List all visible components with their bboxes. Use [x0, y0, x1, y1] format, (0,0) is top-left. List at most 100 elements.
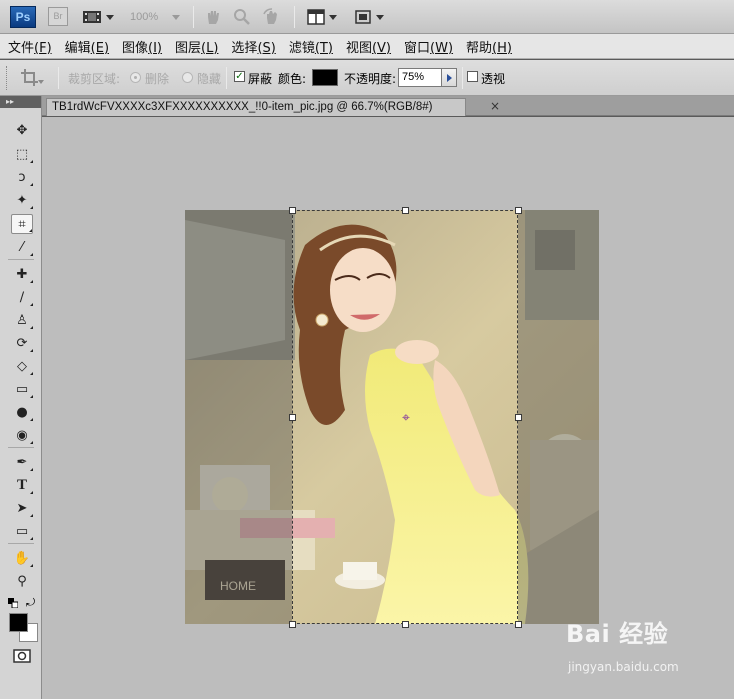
crop-icon: ⌗ — [18, 216, 26, 232]
chevron-down-icon — [172, 15, 180, 20]
history-brush-tool-button[interactable]: ⟳ — [11, 333, 33, 353]
move-tool-button[interactable]: ✥ — [11, 120, 33, 140]
zoom-level-dropdown[interactable]: 100% — [130, 8, 182, 26]
dodge-tool-button[interactable]: ◉ — [11, 425, 33, 445]
crop-area-label: 裁剪区域: — [68, 72, 121, 86]
crop-handle-bottom-left[interactable] — [289, 621, 296, 628]
shape-tool-button[interactable]: ▭ — [11, 521, 33, 541]
arrow-cursor-icon: ➤ — [16, 500, 28, 516]
hide-radio[interactable] — [182, 72, 193, 83]
marquee-tool-button[interactable]: ⬚ — [11, 144, 33, 164]
watermark-brand: Bai 经验 — [566, 620, 669, 648]
eyedropper-tool-button[interactable]: ⁄ — [11, 237, 33, 257]
default-colors-icon[interactable] — [8, 597, 19, 611]
flyout-indicator — [30, 564, 33, 567]
application-bar: Ps Br 100% — [0, 0, 734, 34]
flyout-indicator — [30, 253, 33, 256]
separator — [462, 67, 463, 89]
path-selection-tool-button[interactable]: ➤ — [11, 498, 33, 518]
separator — [58, 67, 59, 89]
toolbox-expand-icon[interactable]: ▸▸ — [0, 96, 41, 108]
menu-image[interactable]: 图像(I) — [122, 37, 162, 56]
separator — [294, 6, 295, 28]
flyout-indicator — [30, 206, 33, 209]
chevron-down-icon — [106, 14, 114, 20]
shield-checkbox[interactable]: ✓ — [234, 71, 245, 82]
watermark-url: jingyan.baidu.com — [568, 660, 679, 674]
menu-file[interactable]: 文件(F) — [8, 37, 52, 56]
blur-tool-button[interactable]: ● — [11, 402, 33, 422]
menu-filter[interactable]: 滤镜(T) — [289, 37, 333, 56]
history-brush-icon: ⟳ — [16, 335, 28, 351]
document-tab[interactable]: TB1rdWcFVXXXXc3XFXXXXXXXXXX_!!0-item_pic… — [46, 98, 466, 116]
crop-tool-button[interactable]: ⌗ — [11, 214, 33, 234]
type-icon: T — [16, 476, 27, 493]
document-tab-title: TB1rdWcFVXXXXc3XFXXXXXXXXXX_!!0-item_pic… — [52, 101, 433, 113]
crop-handle-top-left[interactable] — [289, 207, 296, 214]
opacity-slider-button[interactable] — [441, 68, 457, 87]
rotate-view-button[interactable] — [262, 6, 282, 28]
brush-icon: ∕ — [19, 289, 25, 305]
flyout-indicator — [30, 514, 33, 517]
magic-wand-tool-button[interactable]: ✦ — [11, 190, 33, 210]
menu-layer[interactable]: 图层(L) — [175, 37, 218, 56]
canvas-area[interactable]: HOME ⌖ — [42, 117, 734, 699]
toolbox-separator — [8, 259, 34, 260]
move-icon: ✥ — [16, 122, 28, 138]
flyout-indicator — [30, 280, 33, 283]
foreground-color-swatch[interactable] — [9, 613, 28, 632]
bridge-button[interactable]: Br — [48, 7, 68, 26]
delete-radio[interactable] — [130, 72, 141, 83]
lasso-icon: ↄ — [18, 169, 26, 185]
crop-handle-bottom[interactable] — [402, 621, 409, 628]
tool-preset-picker[interactable] — [20, 68, 44, 91]
options-bar: 裁剪区域: 删除 隐藏 ✓ 屏蔽 颜色: 不透明度: 75% 透视 — [0, 60, 734, 96]
opacity-input[interactable]: 75% — [398, 68, 442, 87]
eyedropper-icon: ⁄ — [20, 239, 24, 255]
crop-handle-bottom-right[interactable] — [515, 621, 522, 628]
screen-mode-button[interactable] — [82, 6, 114, 28]
zoom-tool-button[interactable]: ⚲ — [11, 571, 33, 591]
pen-tool-button[interactable]: ✒ — [11, 452, 33, 472]
flyout-indicator — [30, 303, 33, 306]
hand-tool-button[interactable] — [204, 6, 222, 28]
toolbox-separator — [8, 543, 34, 544]
arrange-documents-button[interactable] — [307, 6, 337, 28]
zoom-tool-button[interactable] — [233, 6, 251, 28]
crop-handle-left[interactable] — [289, 414, 296, 421]
hide-label: 隐藏 — [197, 72, 222, 86]
brush-tool-button[interactable]: ∕ — [11, 287, 33, 307]
shield-color-swatch[interactable] — [312, 69, 338, 86]
crop-shield-right — [518, 210, 599, 624]
flyout-indicator — [30, 160, 33, 163]
menu-window[interactable]: 窗口(W) — [404, 37, 453, 56]
type-tool-button[interactable]: T — [11, 475, 33, 495]
quick-mask-button[interactable] — [13, 649, 31, 666]
flyout-indicator — [30, 418, 33, 421]
screen-mode-toggle-button[interactable] — [354, 6, 384, 28]
rectangle-icon: ▭ — [15, 523, 29, 539]
hand-tool-button[interactable]: ✋ — [11, 548, 33, 568]
lasso-tool-button[interactable]: ↄ — [11, 167, 33, 187]
swap-colors-icon[interactable]: ⤾ — [26, 596, 35, 610]
clone-stamp-tool-button[interactable]: ♙ — [11, 310, 33, 330]
crop-handle-right[interactable] — [515, 414, 522, 421]
menu-help[interactable]: 帮助(H) — [466, 37, 512, 56]
menu-select[interactable]: 选择(S) — [231, 37, 275, 56]
crop-handle-top[interactable] — [402, 207, 409, 214]
crop-handle-top-right[interactable] — [515, 207, 522, 214]
options-bar-grip[interactable] — [6, 66, 9, 90]
hand-icon: ✋ — [13, 550, 31, 566]
flyout-indicator — [30, 326, 33, 329]
eraser-tool-button[interactable]: ◇ — [11, 356, 33, 376]
toolbox: ▸▸ ✥ ⬚ ↄ ✦ ⌗ ⁄ ✚ ∕ ♙ ⟳ ◇ ▭ ● ◉ ✒ T ➤ ▭ ✋… — [0, 96, 42, 699]
perspective-checkbox[interactable] — [467, 71, 478, 82]
close-icon[interactable]: × — [490, 99, 500, 113]
delete-label: 删除 — [145, 72, 170, 86]
menu-view[interactable]: 视图(V) — [346, 37, 391, 56]
menu-edit[interactable]: 编辑(E) — [65, 37, 109, 56]
gradient-tool-button[interactable]: ▭ — [11, 379, 33, 399]
crop-rotation-center-icon[interactable]: ⌖ — [399, 411, 413, 425]
healing-brush-tool-button[interactable]: ✚ — [11, 264, 33, 284]
layout-grid-icon — [307, 9, 325, 25]
